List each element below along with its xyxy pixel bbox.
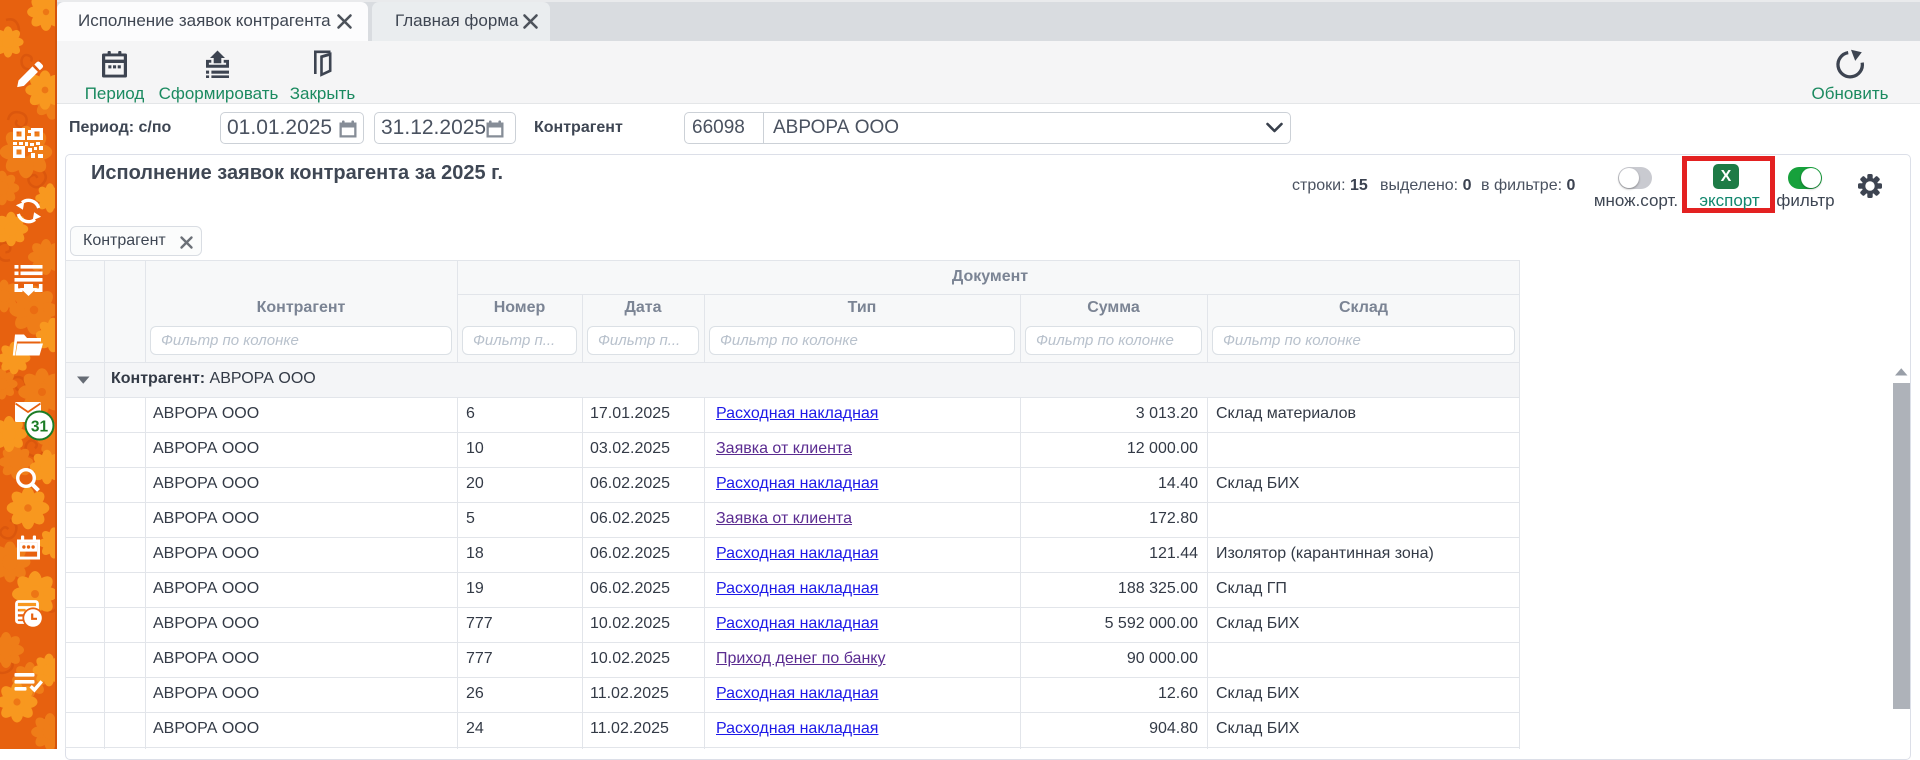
svg-text:31: 31 <box>31 419 49 436</box>
